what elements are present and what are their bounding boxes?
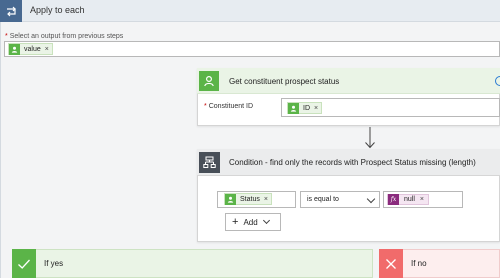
select-output-label: * Select an output from previous steps (5, 33, 123, 40)
select-output-input[interactable]: value × (4, 41, 500, 57)
fx-icon: fx (388, 194, 399, 205)
remove-token-icon[interactable]: × (420, 196, 424, 203)
plus-icon: + (232, 215, 239, 228)
add-button-label: Add (243, 217, 258, 227)
dynamics-person-icon (288, 102, 299, 114)
add-condition-button[interactable]: + Add (225, 213, 281, 231)
condition-title: Condition - find only the records with P… (229, 158, 476, 167)
prospect-status-title: Get constituent prospect status (229, 77, 340, 86)
required-mark: * (204, 103, 207, 110)
dynamics-person-icon (199, 71, 219, 91)
required-mark: * (5, 33, 8, 40)
select-output-text: Select an output from previous steps (9, 33, 124, 40)
info-icon[interactable] (495, 76, 500, 86)
status-token-label: Status (240, 195, 260, 203)
remove-token-icon[interactable]: × (264, 196, 268, 203)
checkmark-icon (12, 249, 36, 278)
apply-to-each-title: Apply to each (30, 5, 85, 15)
if-yes-label: If yes (44, 259, 64, 268)
chevron-down-icon (262, 216, 270, 225)
remove-token-icon[interactable]: × (45, 46, 49, 53)
remove-token-icon[interactable]: × (314, 105, 318, 112)
condition-left-operand[interactable]: Status × (217, 191, 296, 208)
constituent-id-input[interactable]: ID × (281, 98, 500, 117)
value-token-label: value (24, 45, 41, 53)
close-icon (379, 249, 403, 278)
id-token-label: ID (303, 104, 310, 112)
dynamics-person-icon (9, 43, 20, 55)
value-token[interactable]: value × (8, 43, 53, 55)
null-expression-token[interactable]: fx null × (387, 194, 429, 205)
null-token-label: null (404, 196, 415, 203)
condition-icon (199, 152, 220, 173)
constituent-id-text: Constituent ID (208, 103, 254, 110)
if-yes-branch[interactable] (12, 249, 373, 278)
status-token[interactable]: Status × (224, 193, 272, 205)
constituent-id-label: * Constituent ID (204, 103, 253, 110)
dynamics-person-icon (225, 193, 236, 205)
id-token[interactable]: ID × (287, 102, 323, 114)
loop-icon (0, 0, 22, 22)
down-arrow-icon (365, 127, 375, 149)
if-no-label: If no (411, 259, 427, 268)
